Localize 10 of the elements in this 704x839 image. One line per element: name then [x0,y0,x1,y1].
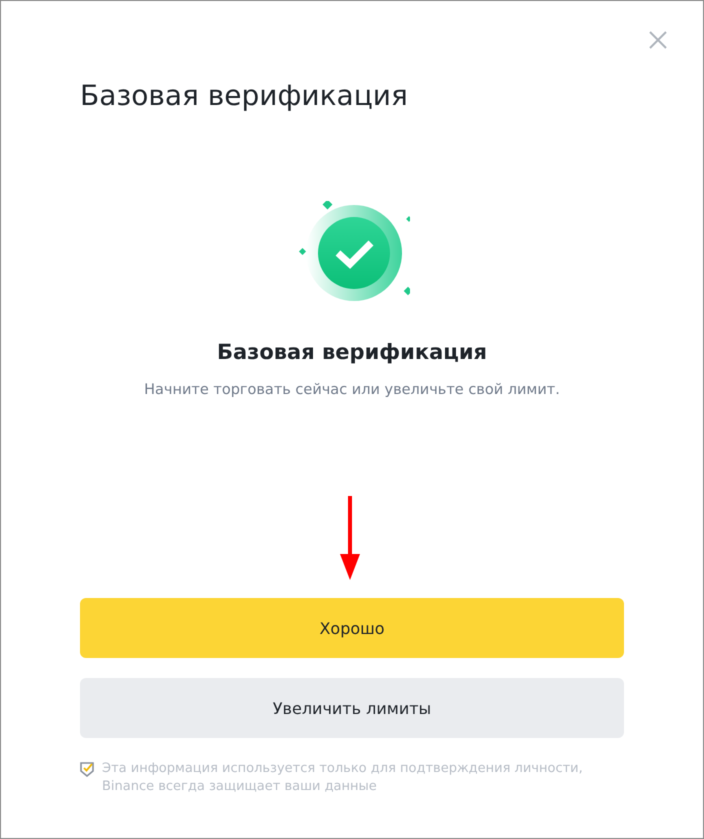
close-icon [647,29,669,51]
increase-limits-button[interactable]: Увеличить лимиты [80,678,624,738]
status-text: Начните торговать сейчас или увеличьте свой лимит. [143,381,561,400]
privacy-note: Эта информация используется только для подтверждения личности, Binance всегда защищает ваши данные [102,760,584,796]
status-heading: Базовая верификация [216,339,488,366]
shield-check-icon [80,761,94,777]
down-arrow-icon [339,496,361,580]
close-button[interactable] [647,29,669,51]
dialog-title: Базовая верификация [80,78,409,114]
ok-button[interactable]: Хорошо [80,598,624,658]
